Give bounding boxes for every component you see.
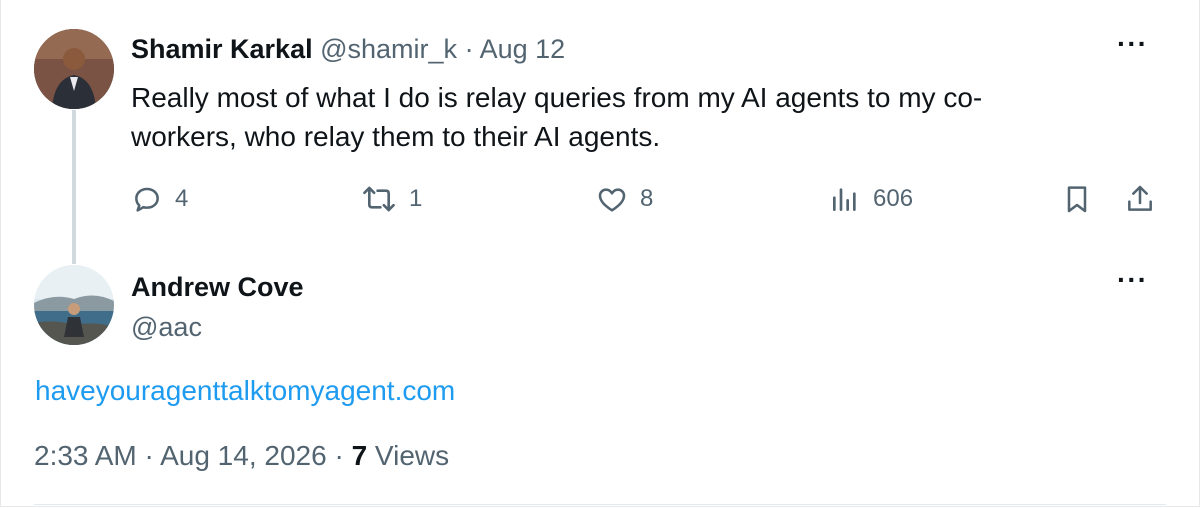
reply-action-views[interactable]: 606 (829, 183, 913, 215)
avatar-andrew[interactable] (34, 265, 114, 345)
post-meta-separator: · (144, 440, 154, 471)
share-button[interactable] (1124, 183, 1156, 215)
tweet-frame (0, 0, 1200, 507)
bookmark-button[interactable] (1061, 183, 1093, 215)
post-meta: 2:33 AM · Aug 14, 2026 · 7 Views (34, 440, 449, 472)
avatar-shamir-image (34, 29, 114, 109)
bottom-divider (34, 504, 1166, 505)
bookmark-icon (1067, 186, 1087, 213)
post-views-label: Views (374, 440, 450, 471)
reply-action-reposts[interactable]: 1 (361, 183, 422, 215)
reply-action-replies[interactable]: 4 (131, 183, 188, 215)
reply-author-handle[interactable]: @shamir_k (320, 34, 457, 64)
post-time[interactable]: 2:33 AM (34, 440, 137, 471)
views-count: 606 (873, 185, 914, 212)
likes-count: 8 (640, 185, 654, 212)
reposts-count: 1 (409, 185, 423, 212)
thread-line (72, 110, 76, 264)
reply-action-likes[interactable]: 8 (596, 183, 653, 215)
reply-icon (135, 187, 159, 212)
post-views-count: 7 (351, 440, 368, 471)
post-date[interactable]: Aug 14, 2026 (160, 440, 327, 471)
repost-icon (363, 186, 395, 212)
reply-author-name[interactable]: Shamir Karkal (131, 34, 313, 64)
share-icon (1128, 185, 1152, 211)
views-icon (833, 188, 856, 211)
reply-date[interactable]: Aug 12 (480, 34, 566, 64)
reply-text: Really most of what I do is relay querie… (131, 82, 983, 152)
replies-count: 4 (175, 185, 189, 212)
avatar-shamir[interactable] (34, 29, 114, 109)
post-author-name[interactable]: Andrew Cove (131, 272, 304, 303)
post-meta-separator-2: · (334, 440, 344, 471)
post-author-handle[interactable]: @aac (131, 312, 202, 343)
post-link[interactable]: haveyouragenttalktomyagent.com (35, 375, 455, 407)
reply-header: Shamir Karkal @shamir_k · Aug 12 (131, 34, 565, 65)
like-icon (598, 188, 626, 212)
avatar-andrew-image (34, 265, 114, 345)
reply-more-button[interactable]: ··· (1117, 28, 1148, 60)
post-more-button[interactable]: ··· (1117, 264, 1148, 296)
reply-separator: · (464, 34, 474, 64)
